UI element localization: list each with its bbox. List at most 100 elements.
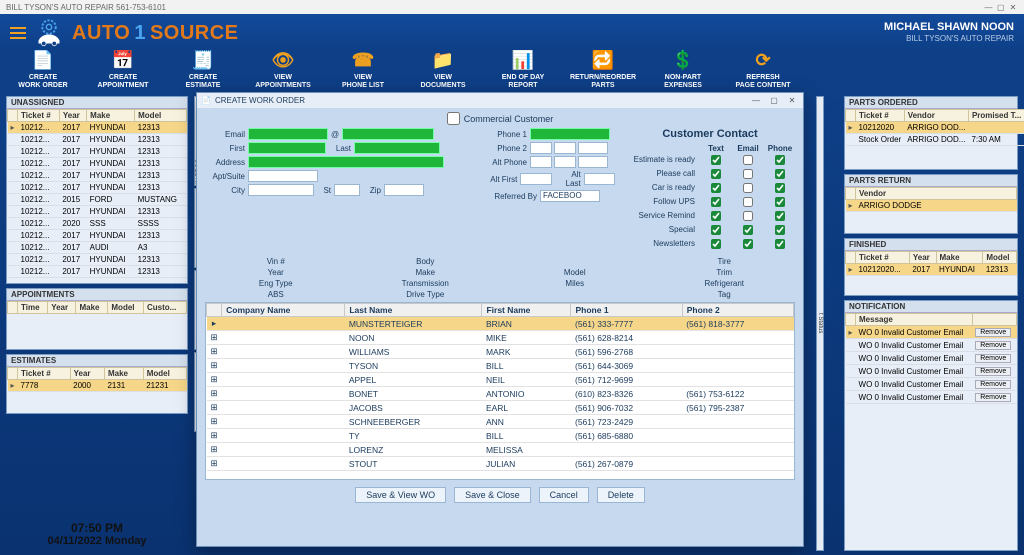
customer-row[interactable]: ▸MUNSTERTEIGERBRIAN(561) 333-7777(561) 8… [207, 317, 794, 331]
modal-close-icon[interactable]: ✕ [785, 96, 799, 105]
contact-phone-checkbox[interactable] [775, 239, 785, 249]
remove-button[interactable]: Remove [975, 341, 1011, 350]
contact-text-checkbox[interactable] [711, 197, 721, 207]
remove-button[interactable]: Remove [975, 354, 1011, 363]
aptsuite-input[interactable] [248, 170, 318, 182]
unassigned-grid[interactable]: Ticket #YearMakeModel▸10212...2017HYUNDA… [7, 109, 187, 278]
table-row[interactable]: 10212...2017HYUNDAI12313 [8, 182, 187, 194]
address-input[interactable] [248, 156, 444, 168]
commercial-customer-checkbox[interactable] [447, 112, 460, 125]
table-row[interactable]: 10212...2017HYUNDAI12313 [8, 230, 187, 242]
customer-row[interactable]: ⊞TYSONBILL(561) 644-3069 [207, 359, 794, 373]
table-row[interactable]: 10212...2017HYUNDAI12313 [8, 254, 187, 266]
parts-return-grid[interactable]: Vendor▸ARRIGO DODGE [845, 187, 1017, 212]
table-row[interactable]: 10212...2015FORDMUSTANG [8, 194, 187, 206]
table-row[interactable]: 10212...2017HYUNDAI12313 [8, 206, 187, 218]
referred-by-select[interactable]: FACEBOO [540, 190, 600, 202]
last-input[interactable] [354, 142, 440, 154]
customer-row[interactable]: ⊞TYBILL(561) 685-6880 [207, 429, 794, 443]
toolbar-item-8[interactable]: 💲NON-PARTEXPENSES [652, 54, 714, 90]
phone1-input[interactable] [530, 128, 610, 140]
toolbar-item-7[interactable]: 🔁RETURN/REORDERPARTS [572, 54, 634, 90]
toolbar-item-6[interactable]: 📊END OF DAYREPORT [492, 54, 554, 90]
notification-row[interactable]: WO 0 Invalid Customer EmailRemove [846, 339, 1017, 352]
remove-button[interactable]: Remove [975, 328, 1011, 337]
contact-phone-checkbox[interactable] [775, 225, 785, 235]
customer-row[interactable]: ⊞APPELNEIL(561) 712-9699 [207, 373, 794, 387]
contact-text-checkbox[interactable] [711, 225, 721, 235]
notification-grid[interactable]: Message▸WO 0 Invalid Customer EmailRemov… [845, 313, 1017, 404]
table-row[interactable]: 10212...2017HYUNDAI12313 [8, 266, 187, 278]
contact-phone-checkbox[interactable] [775, 155, 785, 165]
toolbar-item-2[interactable]: 🧾CREATEESTIMATE [172, 54, 234, 90]
table-row[interactable]: 10212...2017HYUNDAI12313 [8, 170, 187, 182]
customer-row[interactable]: ⊞NOONMIKE(561) 628-8214 [207, 331, 794, 345]
contact-email-checkbox[interactable] [743, 155, 753, 165]
modal-minimize-icon[interactable]: — [749, 96, 763, 105]
table-row[interactable]: ▸77782000213121231 [8, 380, 187, 392]
table-row[interactable]: ▸10212020...2017HYUNDAI12313 [846, 264, 1017, 276]
contact-email-checkbox[interactable] [743, 211, 753, 221]
contact-phone-checkbox[interactable] [775, 211, 785, 221]
customer-row[interactable]: ⊞LORENZMELISSA [207, 443, 794, 457]
cancel-button[interactable]: Cancel [539, 487, 589, 503]
notification-row[interactable]: WO 0 Invalid Customer EmailRemove [846, 352, 1017, 365]
parts-ordered-grid[interactable]: Ticket #VendorPromised T...▸10212020ARRI… [845, 109, 1024, 146]
customer-row[interactable]: ⊞WILLIAMSMARK(561) 596-2768 [207, 345, 794, 359]
first-input[interactable] [248, 142, 326, 154]
minimize-icon[interactable]: — [984, 3, 994, 12]
contact-text-checkbox[interactable] [711, 183, 721, 193]
table-row[interactable]: ▸10212...2017HYUNDAI12313 [8, 122, 187, 134]
finished-grid[interactable]: Ticket #YearMakeModel▸10212020...2017HYU… [845, 251, 1017, 276]
toolbar-item-1[interactable]: 📅CREATEAPPOINTMENT [92, 54, 154, 90]
contact-text-checkbox[interactable] [711, 155, 721, 165]
table-row[interactable]: 10212...2020SSSSSSS [8, 218, 187, 230]
contact-email-checkbox[interactable] [743, 183, 753, 193]
notification-row[interactable]: ▸WO 0 Invalid Customer EmailRemove [846, 326, 1017, 339]
contact-text-checkbox[interactable] [711, 211, 721, 221]
alt-phone-input[interactable] [530, 156, 608, 168]
alt-first-input[interactable] [520, 173, 551, 185]
table-row[interactable]: 10212...2017AUDIA3 [8, 242, 187, 254]
close-icon[interactable]: ✕ [1008, 3, 1018, 12]
notification-row[interactable]: WO 0 Invalid Customer EmailRemove [846, 378, 1017, 391]
appointments-grid[interactable]: TimeYearMakeModelCusto... [7, 301, 187, 314]
toolbar-item-0[interactable]: 📄CREATEWORK ORDER [12, 54, 74, 90]
contact-phone-checkbox[interactable] [775, 197, 785, 207]
remove-button[interactable]: Remove [975, 380, 1011, 389]
maximize-icon[interactable]: ▢ [996, 3, 1006, 12]
toolbar-item-5[interactable]: 📁VIEWDOCUMENTS [412, 54, 474, 90]
notification-row[interactable]: WO 0 Invalid Customer EmailRemove [846, 365, 1017, 378]
contact-text-checkbox[interactable] [711, 239, 721, 249]
customer-table[interactable]: Company NameLast NameFirst NamePhone 1Ph… [206, 303, 794, 471]
contact-email-checkbox[interactable] [743, 239, 753, 249]
customer-row[interactable]: ⊞BONETANTONIO(610) 823-8326(561) 753-612… [207, 387, 794, 401]
table-row[interactable]: 10212...2017HYUNDAI12313 [8, 146, 187, 158]
contact-text-checkbox[interactable] [711, 169, 721, 179]
hamburger-icon[interactable] [10, 27, 26, 39]
delete-button[interactable]: Delete [597, 487, 645, 503]
save-view-wo-button[interactable]: Save & View WO [355, 487, 446, 503]
table-row[interactable]: ▸10212020ARRIGO DOD... [846, 122, 1024, 134]
st-input[interactable] [334, 184, 360, 196]
table-row[interactable]: Stock OrderARRIGO DOD...7:30 AM [846, 134, 1024, 146]
table-row[interactable]: 10212...2017HYUNDAI12313 [8, 134, 187, 146]
contact-email-checkbox[interactable] [743, 197, 753, 207]
toolbar-item-4[interactable]: ☎VIEWPHONE LIST [332, 54, 394, 90]
contact-email-checkbox[interactable] [743, 225, 753, 235]
remove-button[interactable]: Remove [975, 367, 1011, 376]
toolbar-item-9[interactable]: ⟳REFRESHPAGE CONTENT [732, 54, 794, 90]
customer-row[interactable]: ⊞STOUTJULIAN(561) 267-0879 [207, 457, 794, 471]
email-user-input[interactable] [248, 128, 328, 140]
contact-phone-checkbox[interactable] [775, 169, 785, 179]
city-input[interactable] [248, 184, 314, 196]
email-domain-input[interactable] [342, 128, 434, 140]
contact-phone-checkbox[interactable] [775, 183, 785, 193]
contact-email-checkbox[interactable] [743, 169, 753, 179]
table-row[interactable]: ▸ARRIGO DODGE [846, 200, 1017, 212]
remove-button[interactable]: Remove [975, 393, 1011, 402]
save-close-button[interactable]: Save & Close [454, 487, 531, 503]
customer-row[interactable]: ⊞JACOBSEARL(561) 906-7032(561) 795-2387 [207, 401, 794, 415]
zip-input[interactable] [384, 184, 424, 196]
toolbar-item-3[interactable]: 👁VIEWAPPOINTMENTS [252, 54, 314, 90]
